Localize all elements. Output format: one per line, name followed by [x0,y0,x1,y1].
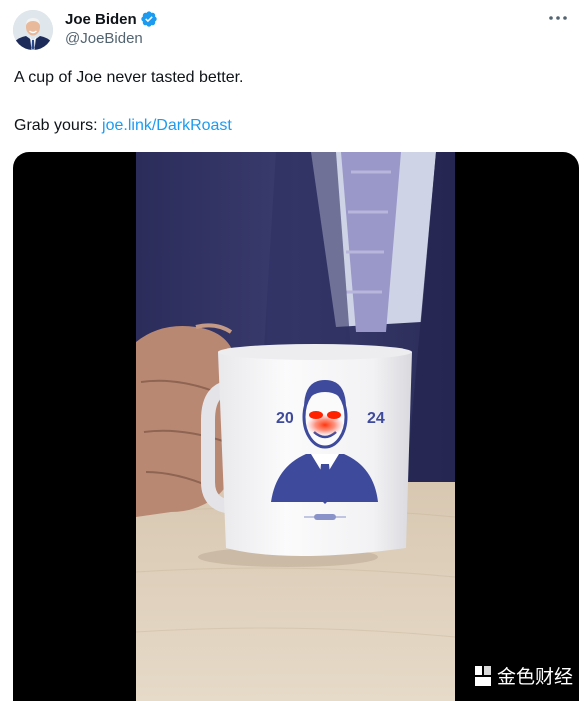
verified-badge-icon[interactable] [140,10,158,28]
watermark-logo-icon [474,665,492,687]
mug-year-left: 20 [276,410,294,427]
link-prefix: Grab yours: [14,117,103,134]
author-handle[interactable]: @JoeBiden [65,30,158,47]
avatar-image [13,10,53,50]
post-text: A cup of Joe never tasted better. [14,69,244,86]
author-block: Joe Biden @JoeBiden [65,10,158,47]
tweet: Joe Biden @JoeBiden A cup of Joe never t… [0,0,586,701]
mug-year-right: 24 [367,410,385,427]
avatar[interactable] [13,10,53,50]
watermark: 金色财经 [474,662,573,689]
watermark-text: 金色财经 [496,666,573,688]
post-text-link-line: Grab yours: joe.link/DarkRoast [14,116,232,136]
shop-link[interactable]: joe.link/DarkRoast [102,117,232,134]
video-player[interactable]: 20 24 金色财经 [13,152,579,701]
more-options-icon[interactable] [546,8,570,28]
name-row: Joe Biden [65,10,158,28]
author-name[interactable]: Joe Biden [65,11,137,28]
video-frame [136,152,455,701]
